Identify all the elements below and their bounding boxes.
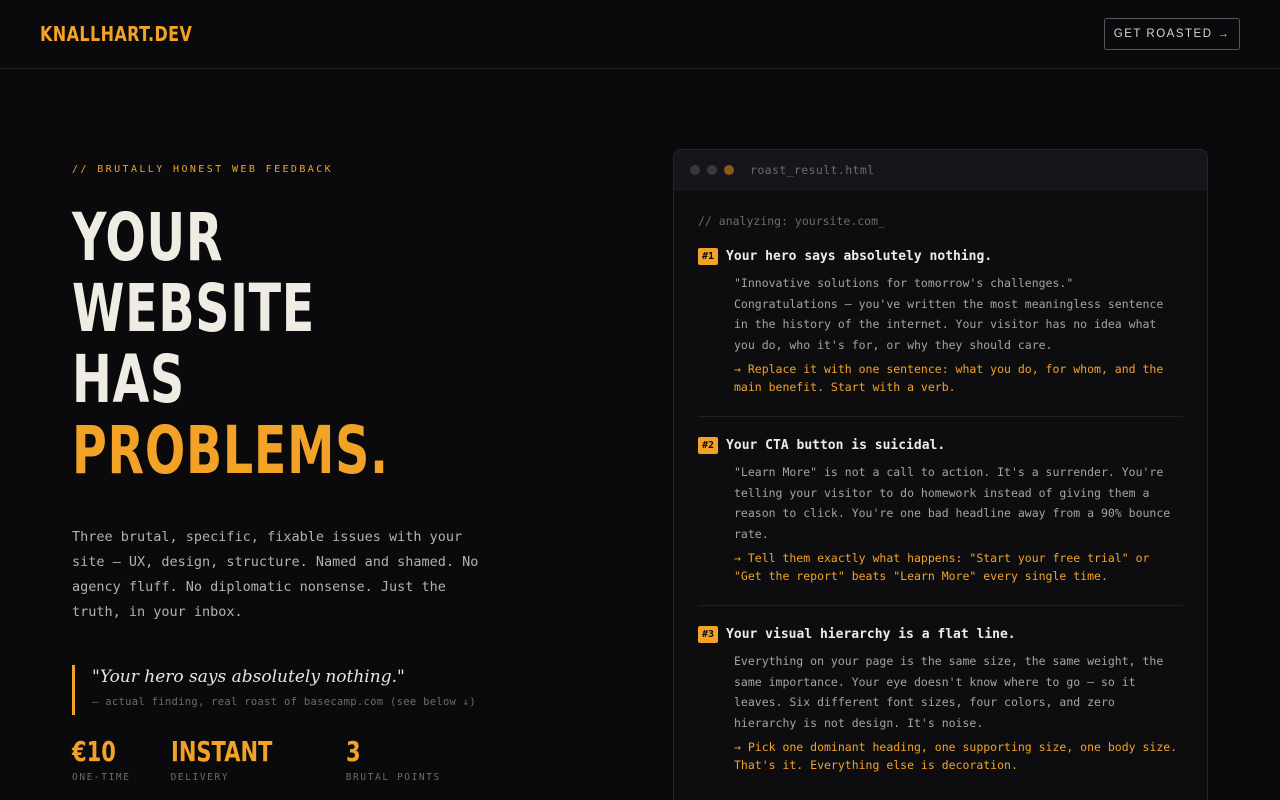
stat-price: €10 ONE-TIME (72, 735, 131, 784)
hero-lede: Three brutal, specific, fixable issues w… (72, 529, 479, 620)
finding-item: #2 Your CTA button is suicidal. "Learn M… (698, 437, 1183, 606)
finding-header: #1 Your hero says absolutely nothing. (698, 248, 1183, 265)
finding-header: #3 Your visual hierarchy is a flat line. (698, 626, 1183, 643)
finding-body: "Learn More" is not a call to action. It… (734, 465, 1171, 541)
finding-header: #2 Your CTA button is suicidal. (698, 437, 1183, 454)
hero-headline: YOUR WEBSITE HAS PROBLEMS. (72, 202, 389, 486)
finding-fix: → Replace it with one sentence: what you… (734, 362, 1164, 394)
headline-line: HAS (72, 341, 185, 418)
hero-eyebrow: // BRUTALLY HONEST WEB FEEDBACK (72, 164, 334, 175)
stat-value: 3 (345, 735, 361, 768)
finding-fix: → Pick one dominant heading, one support… (734, 740, 1178, 772)
get-roasted-button[interactable]: GET ROASTED → (1104, 18, 1240, 50)
finding-number-badge: #1 (698, 248, 719, 265)
window-dot-icon (724, 164, 734, 175)
roast-body: // analyzing: yoursite.com_ #1 Your hero… (674, 190, 1207, 794)
headline-accent-line: PROBLEMS. (72, 412, 389, 489)
finding-number-badge: #3 (698, 626, 719, 643)
finding-title: Your hero says absolutely nothing. (726, 249, 993, 264)
hero-stats: €10 ONE-TIME INSTANT DELIVERY 3 BRUTAL P… (72, 735, 481, 784)
top-nav: KNALLHART.DEV GET ROASTED → (0, 0, 1280, 69)
hero-quote: "Your hero says absolutely nothing." (92, 667, 405, 687)
window-dot-icon (690, 164, 700, 175)
finding-title: Your visual hierarchy is a flat line. (726, 627, 1016, 642)
headline-line: WEBSITE (72, 270, 315, 347)
stat-points: 3 BRUTAL POINTS (345, 735, 441, 784)
window-dot-icon (707, 164, 717, 175)
finding-title: Your CTA button is suicidal. (726, 438, 946, 453)
hero-quote-caption: — actual finding, real roast of basecamp… (92, 696, 477, 708)
headline-line: YOUR (72, 199, 224, 276)
finding-item: #1 Your hero says absolutely nothing. "I… (698, 248, 1183, 417)
finding-number-badge: #2 (698, 437, 719, 454)
site-logo[interactable]: KNALLHART.DEV (40, 22, 192, 46)
finding-fix: → Tell them exactly what happens: "Start… (734, 551, 1150, 583)
stat-label: ONE-TIME (72, 772, 131, 783)
analyzing-line: // analyzing: yoursite.com_ (698, 214, 885, 228)
stat-value: INSTANT (170, 735, 272, 768)
finding-item: #3 Your visual hierarchy is a flat line.… (698, 626, 1183, 794)
finding-body: "Innovative solutions for tomorrow's cha… (734, 276, 1164, 352)
window-filename: roast_result.html (750, 162, 875, 177)
stat-label: BRUTAL POINTS (345, 772, 441, 783)
stat-value: €10 (72, 735, 116, 768)
hero-quote-block: "Your hero says absolutely nothing." — a… (72, 665, 476, 715)
finding-body: Everything on your page is the same size… (734, 654, 1164, 730)
stat-label: DELIVERY (170, 772, 230, 783)
roast-result-window: roast_result.html // analyzing: yoursite… (673, 149, 1208, 800)
stat-delivery: INSTANT DELIVERY (170, 735, 306, 784)
window-title-bar: roast_result.html (674, 150, 1207, 190)
